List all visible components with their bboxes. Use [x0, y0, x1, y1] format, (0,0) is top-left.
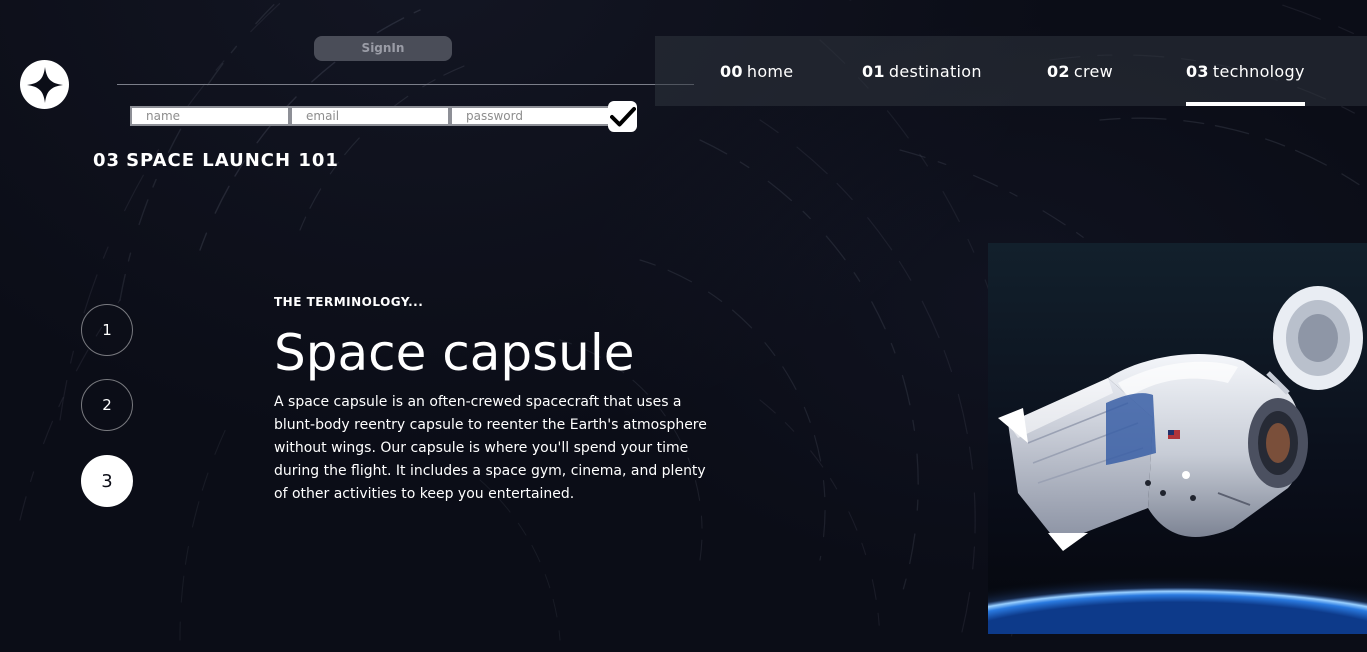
signin-button[interactable]: SignIn [314, 36, 452, 61]
page-title-number: 03 [93, 150, 121, 171]
nav-item-home[interactable]: 00 home [720, 36, 793, 106]
nav-item-crew[interactable]: 02 crew [1047, 36, 1113, 106]
nav-item-label: crew [1073, 62, 1114, 81]
header-divider [117, 84, 694, 85]
nav-item-label: home [746, 62, 794, 81]
nav-item-number: 01 [862, 62, 885, 81]
step-button-3[interactable]: 3 [81, 455, 133, 507]
nav-item-technology[interactable]: 03 technology [1186, 36, 1305, 106]
email-field[interactable] [290, 106, 450, 126]
logo[interactable] [20, 60, 69, 109]
main-nav: 00 home 01 destination 02 crew 03 technology [655, 36, 1367, 106]
star-logo-icon [26, 66, 63, 103]
space-capsule-image [988, 243, 1367, 634]
nav-item-label: technology [1212, 62, 1305, 81]
nav-item-label: destination [888, 62, 982, 81]
name-field[interactable] [130, 106, 290, 126]
checkmark-icon [609, 106, 636, 126]
nav-item-number: 00 [720, 62, 743, 81]
nav-item-number: 02 [1047, 62, 1070, 81]
nav-item-number: 03 [1186, 62, 1209, 81]
nav-item-destination[interactable]: 01 destination [862, 36, 982, 106]
step-button-1[interactable]: 1 [81, 304, 133, 356]
technology-description: A space capsule is an often-crewed space… [274, 394, 707, 502]
password-field[interactable] [450, 106, 610, 126]
signin-form [130, 106, 610, 126]
technology-title: Space capsule [274, 324, 635, 382]
page-title: 03 SPACE LAUNCH 101 [93, 150, 339, 171]
page-title-label: SPACE LAUNCH 101 [126, 150, 339, 171]
step-button-2[interactable]: 2 [81, 379, 133, 431]
submit-checkbox[interactable] [608, 101, 637, 132]
terminology-eyebrow: THE TERMINOLOGY... [274, 295, 424, 309]
space-capsule-illustration [988, 243, 1367, 634]
